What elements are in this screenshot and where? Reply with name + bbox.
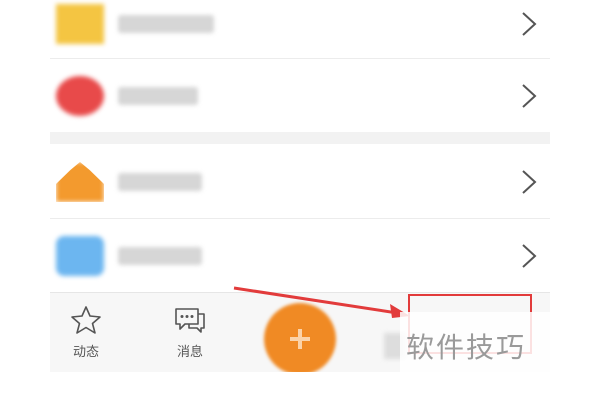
star-icon bbox=[71, 306, 101, 334]
divider bbox=[50, 218, 550, 219]
list-item-label bbox=[118, 15, 214, 33]
watermark: 软件技巧 bbox=[400, 312, 600, 382]
list-item-label bbox=[118, 247, 202, 265]
list-item[interactable] bbox=[50, 146, 550, 218]
chevron-right-icon bbox=[522, 84, 537, 108]
divider bbox=[50, 58, 550, 59]
list-item[interactable] bbox=[50, 60, 550, 132]
chevron-right-icon bbox=[522, 12, 537, 36]
list-item-label bbox=[118, 173, 202, 191]
chevron-right-icon bbox=[522, 170, 537, 194]
tab-dynamics[interactable]: 动态 bbox=[54, 305, 118, 360]
tab-label: 消息 bbox=[176, 345, 203, 360]
orange-crown-icon bbox=[56, 162, 104, 202]
blue-badge-icon bbox=[56, 236, 104, 276]
watermark-text: 软件技巧 bbox=[406, 331, 527, 364]
list-item[interactable] bbox=[50, 0, 550, 60]
section-gap bbox=[50, 132, 550, 144]
plus-icon bbox=[290, 329, 310, 349]
tab-messages[interactable]: 消息 bbox=[158, 305, 222, 360]
tab-label: 动态 bbox=[72, 345, 99, 360]
message-icon bbox=[175, 308, 205, 333]
chevron-right-icon bbox=[522, 244, 537, 268]
list-item-label bbox=[118, 87, 198, 105]
yellow-folder-icon bbox=[56, 4, 104, 44]
list-item[interactable] bbox=[50, 220, 550, 292]
red-record-icon bbox=[56, 76, 104, 116]
